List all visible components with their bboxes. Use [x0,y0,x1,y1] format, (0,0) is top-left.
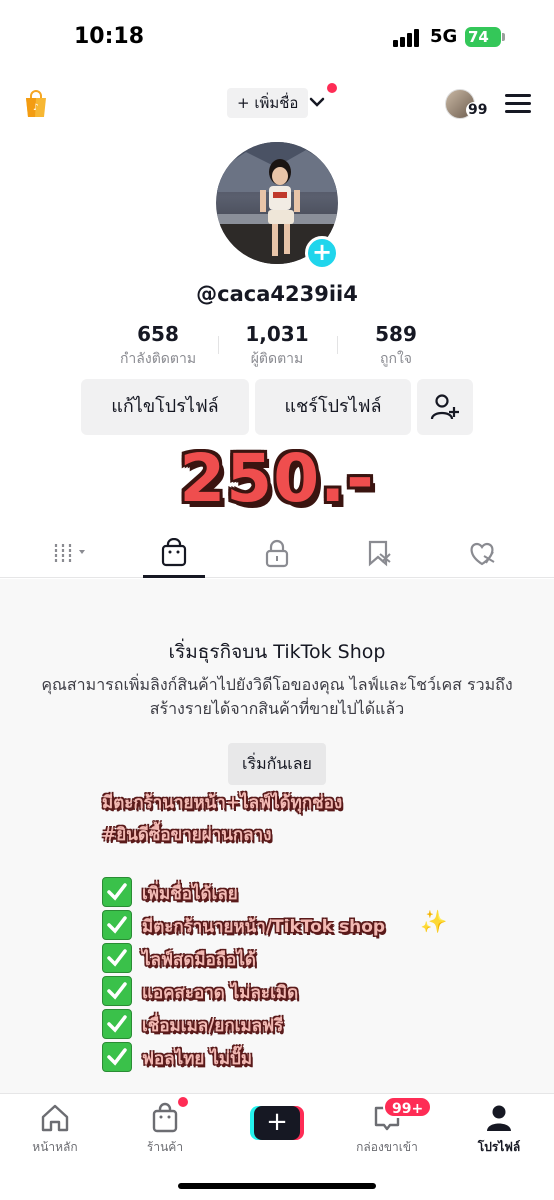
stat-following[interactable]: 658 กำลังติดตาม [98,322,218,370]
checkmark-icon [102,943,132,973]
checkmark-icon [102,910,132,940]
shop-title: เริ่มธุรกิจบน TikTok Shop [168,641,386,663]
checklist-text: มีตะกร้านายหน้า/TikTok shop [142,917,386,937]
status-time: 10:18 [74,24,145,49]
menu-icon[interactable] [505,94,531,114]
checklist-text: เชื่อมเมล/ยกเมลฟรี [142,1016,284,1036]
nav-profile-label: โปรไฟล์ [477,1140,521,1154]
share-profile-button[interactable]: แชร์โปรไฟล์ [255,379,411,435]
nav-inbox-label: กล่องขาเข้า [356,1140,418,1154]
nav-profile[interactable]: โปรไฟล์ [449,1102,549,1157]
chevron-down-icon[interactable] [308,93,326,111]
signal-icon [393,29,423,47]
start-shop-button[interactable]: เริ่มกันเลย [228,743,326,785]
stat-likes-value: 589 [375,322,417,346]
nav-home[interactable]: หน้าหลัก [5,1102,105,1157]
shop-description: คุณสามารถเพิ่มลิงก์สินค้าไปยังวิดีโอของค… [41,675,513,718]
liked-icon[interactable] [462,538,502,568]
home-indicator [178,1183,376,1189]
videos-grid-icon[interactable] [52,538,92,568]
favorites-icon[interactable] [358,538,398,568]
nav-shop[interactable]: ร้านค้า [115,1102,215,1157]
shop-bag-icon[interactable] [154,538,194,568]
shop-icon [152,1102,178,1133]
battery-icon: 74 [465,27,501,47]
add-friend-icon [430,394,459,420]
checklist-text: ไลฟ์สดมือถือได้ [142,950,256,970]
sparkle-icon: ✨ [420,910,448,935]
promo-line: มีตะกร้านายหน้า+ไลฟ์ได้ทุกช่อง [102,793,343,813]
stat-likes[interactable]: 589 ถูกใจ [336,322,456,370]
username: @caca4239ii4 [196,282,358,306]
create-button[interactable]: + [250,1106,304,1140]
add-friend-button[interactable] [417,379,473,435]
active-tab-indicator [143,575,205,578]
profile-icon [487,1105,511,1131]
home-icon [41,1104,69,1132]
nav-home-label: หน้าหลัก [32,1140,78,1154]
add-name-button[interactable]: + เพิ่มชื่อ [227,88,309,118]
checkmark-icon [102,1009,132,1039]
account-badge-count: 99 [466,102,490,118]
inbox-badge: 99+ [383,1096,433,1118]
stat-followers[interactable]: 1,031 ผู้ติดตาม [217,322,337,370]
promo-line: #ยินดีซื้อขายผ่านกลาง [102,825,272,845]
checklist-text: เพิ่มชื่อได้เลย [142,884,238,904]
stat-following-value: 658 [137,322,179,346]
nav-shop-label: ร้านค้า [146,1140,184,1154]
top-nav: ♪ + เพิ่มชื่อ 99 [0,80,554,130]
status-bar: 10:18 5G 74 [0,0,554,72]
tiktok-shop-icon[interactable]: ♪ [24,90,48,118]
checkmark-icon [102,976,132,1006]
notification-dot [327,83,337,93]
battery-tip [502,33,505,41]
profile-stats: 658 กำลังติดตาม 1,031 ผู้ติดตาม 589 ถูกใ… [96,322,458,370]
stat-followers-label: ผู้ติดตาม [250,351,304,367]
add-avatar-button[interactable]: + [305,236,339,270]
stat-following-label: กำลังติดตาม [119,351,197,367]
price-overlay: 250.- [179,440,375,517]
content-tabs [0,530,554,578]
edit-profile-button[interactable]: แก้ไขโปรไฟล์ [81,379,249,435]
shop-empty-state: เริ่มธุรกิจบน TikTok Shop คุณสามารถเพิ่ม… [0,579,554,1093]
shop-notification-dot [178,1097,188,1107]
checkmark-icon [102,877,132,907]
lock-icon[interactable] [257,538,297,568]
checklist-text: ฟอลไทย ไม่ปั๊ม [142,1049,253,1069]
stat-likes-label: ถูกใจ [380,351,412,367]
checkmark-icon [102,1042,132,1072]
stat-followers-value: 1,031 [245,322,309,346]
checklist-text: แอคสะอาด ไม่ละเมิด [142,983,299,1003]
plus-icon: + [254,1106,300,1140]
svg-text:♪: ♪ [33,103,39,113]
network-type: 5G [430,26,458,47]
